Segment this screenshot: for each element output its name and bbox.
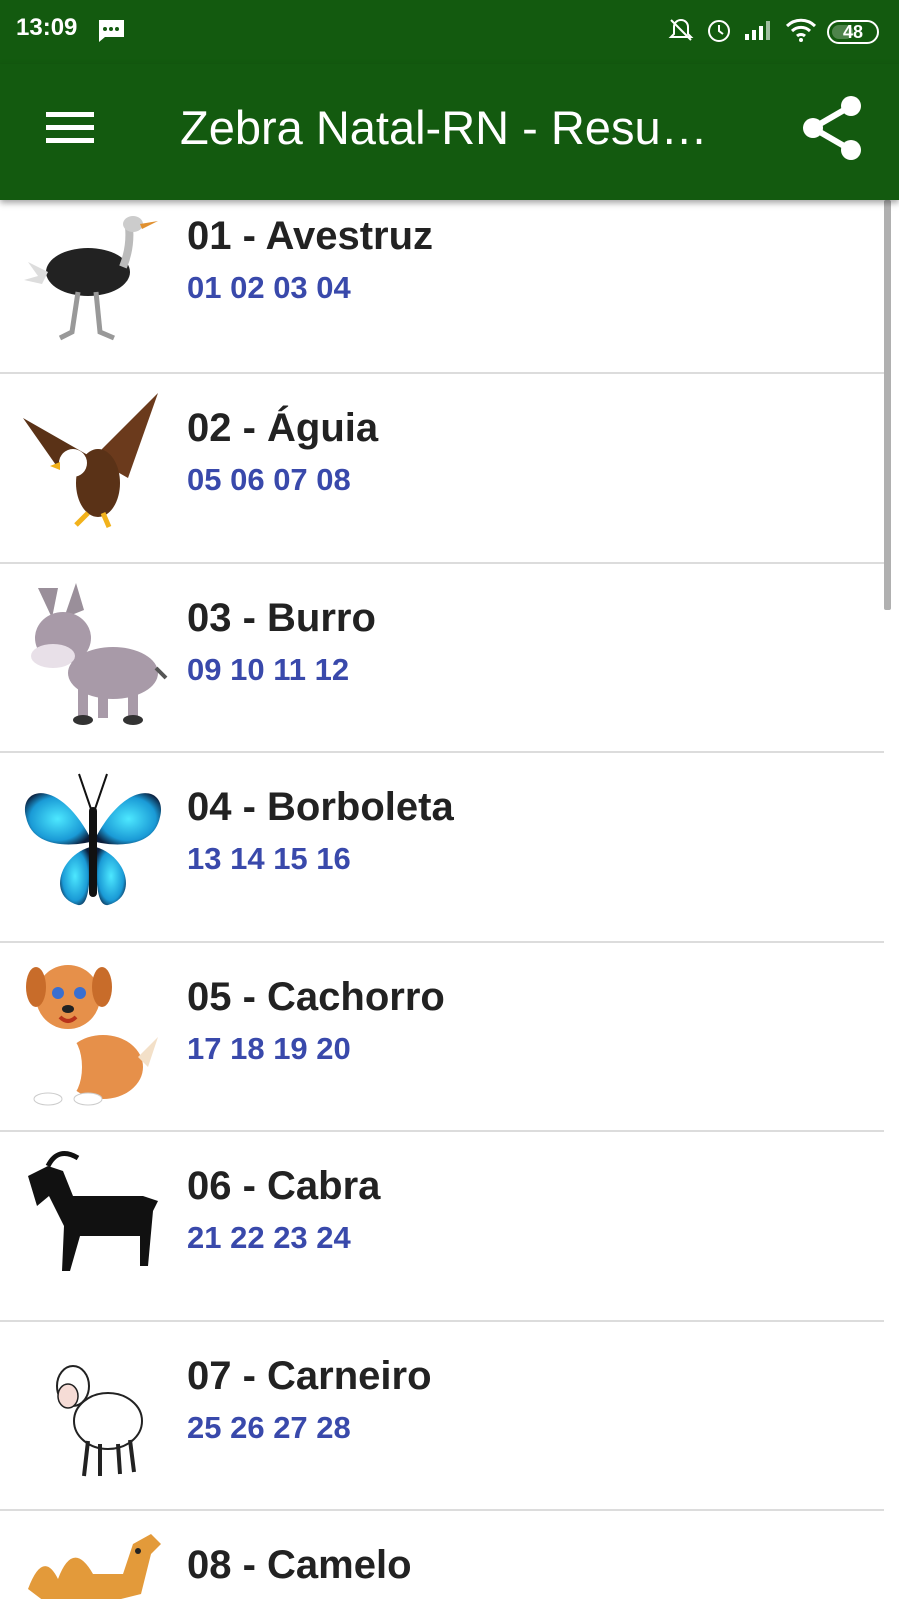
goat-icon xyxy=(18,1146,168,1296)
status-time: 13:09 xyxy=(16,14,78,41)
item-numbers: 09 10 11 12 xyxy=(187,651,350,687)
menu-button[interactable] xyxy=(30,98,110,162)
item-numbers: 13 14 15 16 xyxy=(187,841,351,876)
sheep-icon xyxy=(18,1336,168,1486)
status-bar: 13:09 48 xyxy=(0,0,899,64)
signal-icon xyxy=(743,18,775,47)
alarm-icon xyxy=(705,16,733,49)
item-numbers: 05 06 07 08 xyxy=(187,462,351,497)
list-item[interactable]: 08 - Camelo xyxy=(0,1511,884,1599)
list-item[interactable]: 03 - Burro 09 10 11 12 xyxy=(0,563,884,753)
battery-icon: 48 xyxy=(827,20,879,44)
camel-icon xyxy=(18,1519,168,1599)
app-bar: Zebra Natal-RN - Resu… xyxy=(0,64,899,200)
share-button[interactable] xyxy=(795,92,871,168)
scrollbar[interactable] xyxy=(884,200,891,610)
message-icon xyxy=(96,18,126,49)
item-numbers: 01 02 03 04 xyxy=(187,270,351,305)
wifi-icon xyxy=(785,17,817,48)
donkey-icon xyxy=(18,578,168,728)
item-numbers: 25 26 27 28 xyxy=(187,1409,351,1445)
battery-level: 48 xyxy=(842,21,864,42)
list-item[interactable]: 06 - Cabra 21 22 23 24 xyxy=(0,1132,884,1322)
eagle-icon xyxy=(18,388,168,538)
ostrich-icon xyxy=(18,212,168,362)
list-item[interactable]: 07 - Carneiro 25 26 27 28 xyxy=(0,1321,884,1511)
item-title: 07 - Carneiro xyxy=(187,1353,432,1398)
item-title: 01 - Avestruz xyxy=(187,214,434,258)
item-title: 05 - Cachorro xyxy=(187,974,445,1019)
list-item[interactable]: 02 - Águia 05 06 07 08 xyxy=(0,374,884,564)
item-title: 02 - Águia xyxy=(187,406,379,450)
animal-list: 01 - Avestruz 01 02 03 04 02 - Águia 05 … xyxy=(0,200,884,1599)
item-title: 04 - Borboleta xyxy=(187,785,454,829)
hamburger-menu-icon xyxy=(46,110,94,151)
page-title: Zebra Natal-RN - Resu… xyxy=(180,101,708,154)
item-title: 03 - Burro xyxy=(187,595,376,640)
list-item[interactable]: 01 - Avestruz 01 02 03 04 xyxy=(0,200,884,374)
item-numbers: 17 18 19 20 xyxy=(187,1030,351,1066)
item-title: 08 - Camelo xyxy=(187,1543,412,1587)
list-item[interactable]: 04 - Borboleta 13 14 15 16 xyxy=(0,753,884,943)
item-numbers: 21 22 23 24 xyxy=(187,1220,351,1255)
item-title: 06 - Cabra xyxy=(187,1164,381,1208)
notifications-off-icon xyxy=(667,16,695,49)
list-item[interactable]: 05 - Cachorro 17 18 19 20 xyxy=(0,942,884,1132)
dog-icon xyxy=(18,957,168,1107)
share-icon xyxy=(801,94,865,167)
butterfly-icon xyxy=(18,767,168,917)
